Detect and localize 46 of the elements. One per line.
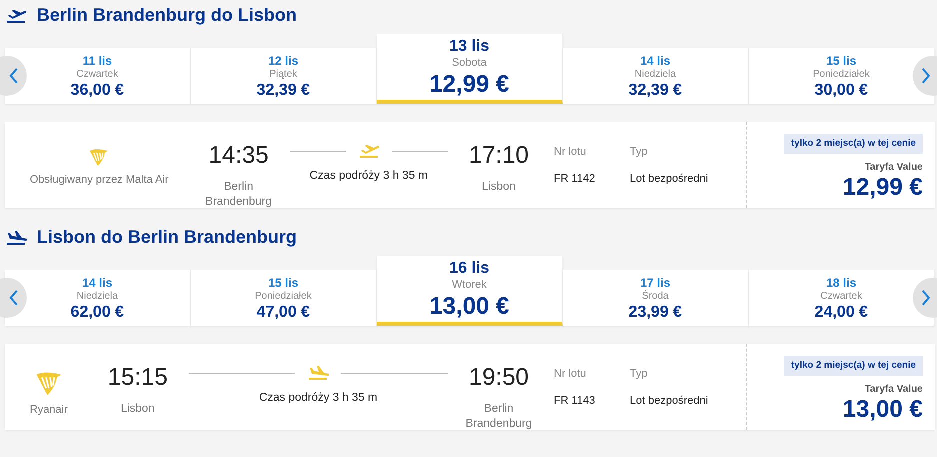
landing-icon [5, 229, 27, 247]
duration-text: Czas podróży 3 h 35 m [308, 169, 430, 184]
date-tab[interactable]: 17 lis Środa 23,99 € [563, 270, 749, 326]
date-tab[interactable]: 16 lis Wtorek 13,00 € [377, 256, 563, 326]
date-tab[interactable]: 14 lis Niedziela 32,39 € [563, 48, 749, 104]
date-tab[interactable]: 14 lis Niedziela 62,00 € [5, 270, 191, 326]
departure-time: 14:35 [208, 144, 270, 168]
seats-left-tag: tylko 2 miejsc(a) w tej cenie [784, 356, 923, 376]
takeoff-icon [358, 144, 380, 158]
chevron-left-icon [9, 290, 19, 306]
landing-icon [307, 366, 330, 380]
takeoff-icon [5, 7, 27, 25]
seats-left-tag: tylko 2 miejsc(a) w tej cenie [784, 134, 923, 154]
section-title: Lisbon do Berlin Brandenburg [37, 227, 297, 249]
arrival-time: 17:10 [468, 144, 530, 168]
flight-number: FR 1143 [554, 394, 596, 408]
fare-price: 13,00 € [842, 397, 923, 424]
arrival-city: Lisbon [481, 180, 517, 195]
arrival-city: Berlin Brandenburg [464, 402, 534, 432]
date-tab[interactable]: 15 lis Poniedziałek 30,00 € [749, 48, 935, 104]
type-label: Typ [630, 367, 649, 382]
flight-number-label: Nr lotu [554, 145, 588, 160]
flight-number-label: Nr lotu [554, 367, 588, 382]
date-tab[interactable]: 13 lis Sobota 12,99 € [377, 34, 563, 104]
fare-price: 12,99 € [842, 175, 923, 202]
flight-number: FR 1142 [554, 172, 596, 186]
fare-name: Taryfa Value [864, 161, 923, 176]
date-tab[interactable]: 18 lis Czwartek 24,00 € [749, 270, 935, 326]
chevron-left-icon [9, 68, 19, 84]
date-tab[interactable]: 11 lis Czwartek 36,00 € [5, 48, 191, 104]
type-label: Typ [630, 145, 649, 160]
departure-time: 15:15 [106, 366, 169, 390]
departure-city: Berlin Brandenburg [204, 180, 274, 210]
date-tab[interactable]: 15 lis Poniedziałek 47,00 € [191, 270, 377, 326]
fare-name: Taryfa Value [864, 383, 923, 398]
airline-name: Ryanair [30, 403, 68, 418]
chevron-right-icon [921, 290, 931, 306]
arrival-time: 19:50 [468, 366, 530, 390]
airline-name: Obsługiwany przez Malta Air [30, 173, 169, 188]
date-tab[interactable]: 12 lis Piątek 32,39 € [191, 48, 377, 104]
flight-type: Lot bezpośredni [630, 394, 710, 408]
departure-city: Lisbon [120, 402, 156, 417]
section-title: Berlin Brandenburg do Lisbon [37, 5, 297, 27]
duration-text: Czas podróży 3 h 35 m [258, 391, 379, 406]
chevron-right-icon [921, 68, 931, 84]
flight-type: Lot bezpośredni [630, 172, 710, 186]
